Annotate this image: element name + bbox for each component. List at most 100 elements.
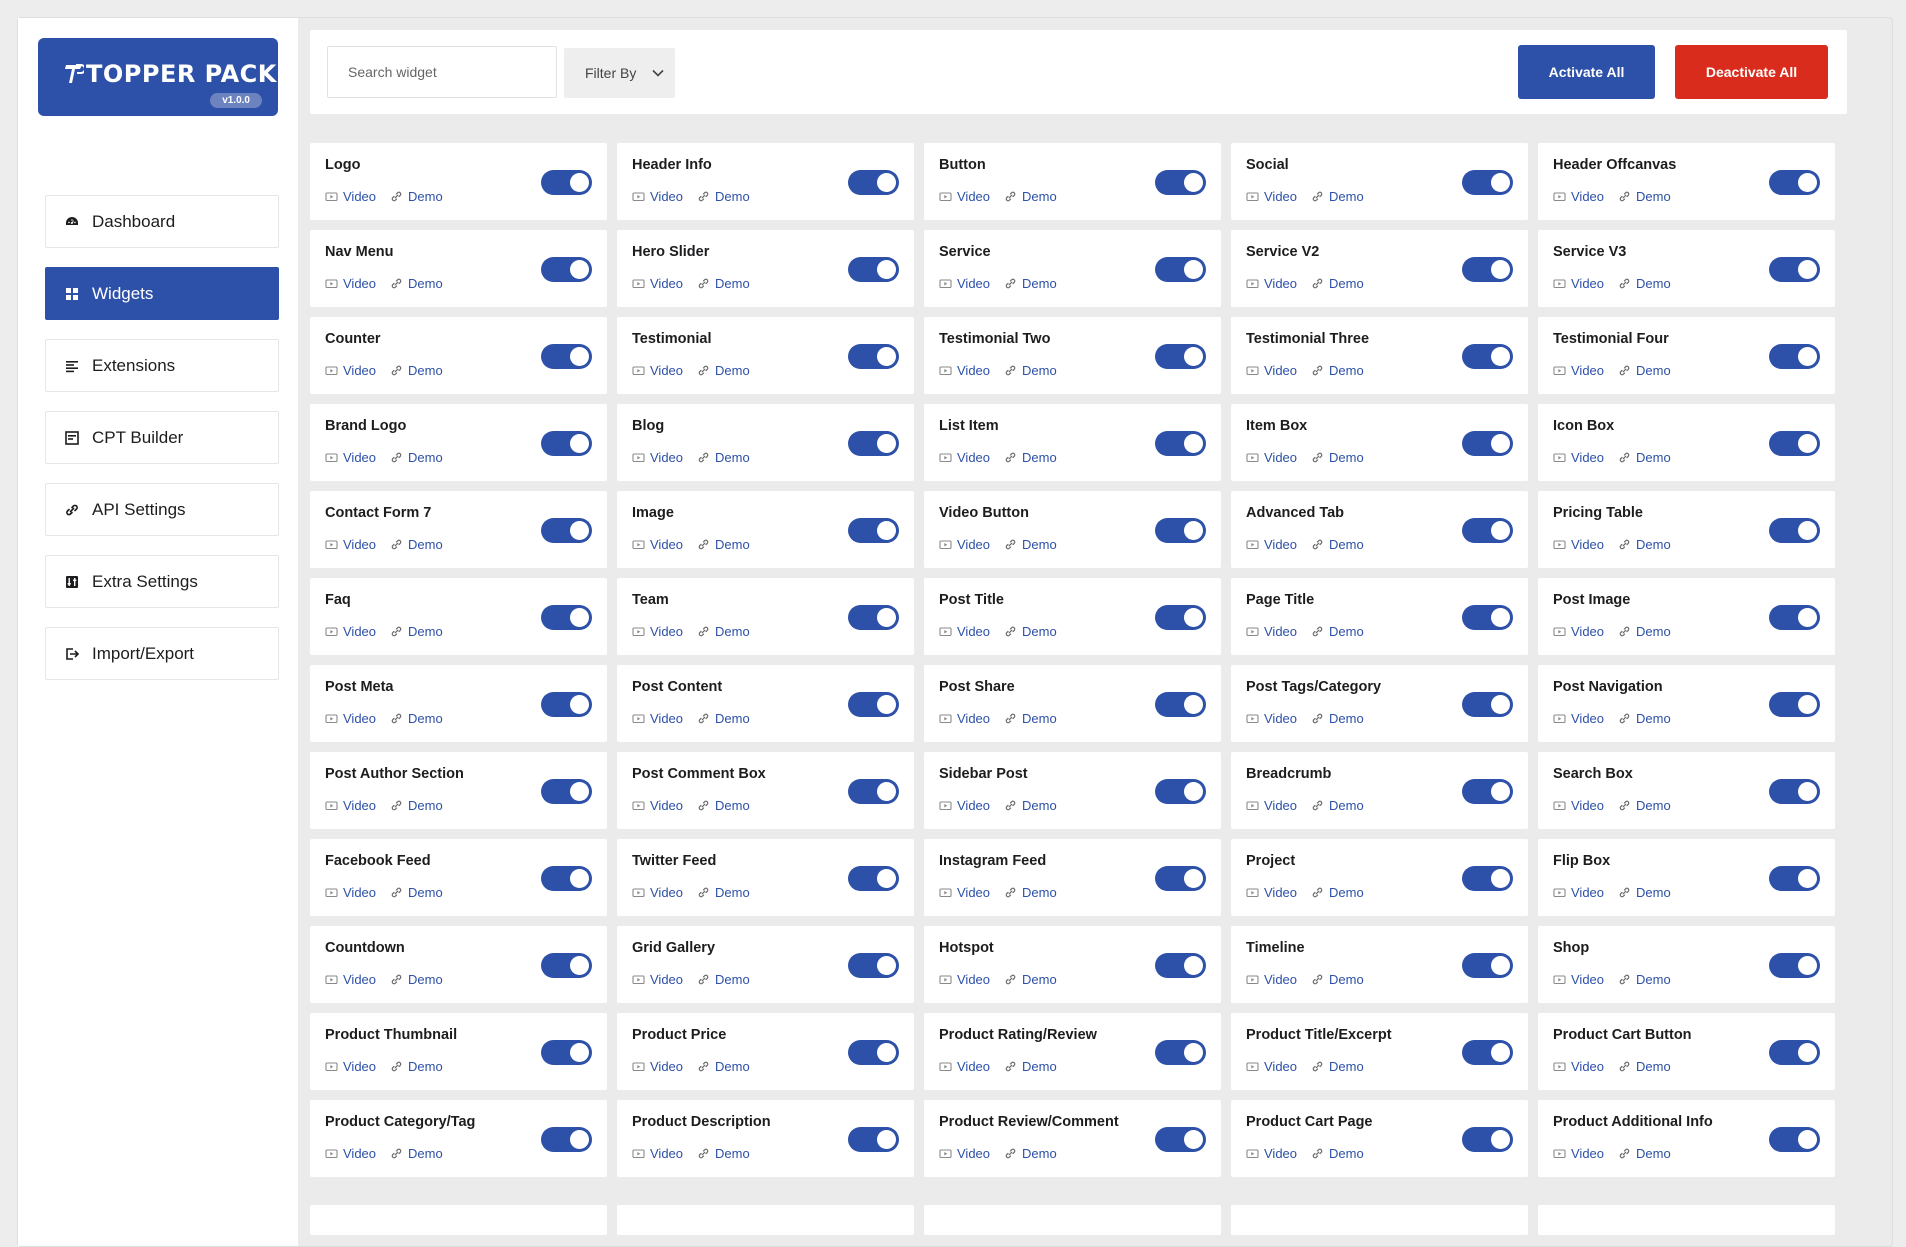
widget-toggle[interactable] [541,257,592,282]
widget-toggle[interactable] [1155,1040,1206,1065]
video-link[interactable]: Video [632,450,683,465]
video-link[interactable]: Video [325,1146,376,1161]
sidebar-item-cpt-builder[interactable]: CPT Builder [45,411,279,464]
video-link[interactable]: Video [939,450,990,465]
video-link[interactable]: Video [325,1059,376,1074]
widget-toggle[interactable] [1155,170,1206,195]
widget-toggle[interactable] [1155,866,1206,891]
sidebar-item-extra-settings[interactable]: Extra Settings [45,555,279,608]
demo-link[interactable]: Demo [390,798,443,813]
widget-toggle[interactable] [1155,431,1206,456]
demo-link[interactable]: Demo [1311,798,1364,813]
widget-toggle[interactable] [1462,1127,1513,1152]
widget-toggle[interactable] [1769,1040,1820,1065]
video-link[interactable]: Video [1246,972,1297,987]
widget-toggle[interactable] [1462,344,1513,369]
widget-toggle[interactable] [848,953,899,978]
demo-link[interactable]: Demo [1618,1146,1671,1161]
widget-toggle[interactable] [541,866,592,891]
widget-toggle[interactable] [1462,953,1513,978]
video-link[interactable]: Video [1553,363,1604,378]
sidebar-item-import-export[interactable]: Import/Export [45,627,279,680]
demo-link[interactable]: Demo [697,885,750,900]
demo-link[interactable]: Demo [390,450,443,465]
video-link[interactable]: Video [1553,189,1604,204]
video-link[interactable]: Video [325,798,376,813]
demo-link[interactable]: Demo [1004,537,1057,552]
widget-toggle[interactable] [1462,170,1513,195]
demo-link[interactable]: Demo [1618,1059,1671,1074]
demo-link[interactable]: Demo [697,624,750,639]
demo-link[interactable]: Demo [390,363,443,378]
video-link[interactable]: Video [939,972,990,987]
activate-all-button[interactable]: Activate All [1518,45,1655,99]
video-link[interactable]: Video [1246,1059,1297,1074]
widget-toggle[interactable] [541,605,592,630]
widget-toggle[interactable] [1769,344,1820,369]
widget-toggle[interactable] [1155,953,1206,978]
demo-link[interactable]: Demo [1618,363,1671,378]
widget-toggle[interactable] [1769,170,1820,195]
widget-toggle[interactable] [1155,344,1206,369]
demo-link[interactable]: Demo [390,711,443,726]
widget-toggle[interactable] [848,866,899,891]
demo-link[interactable]: Demo [1004,798,1057,813]
demo-link[interactable]: Demo [697,363,750,378]
video-link[interactable]: Video [1246,537,1297,552]
widget-toggle[interactable] [848,1040,899,1065]
video-link[interactable]: Video [325,363,376,378]
video-link[interactable]: Video [1246,885,1297,900]
video-link[interactable]: Video [1553,450,1604,465]
widget-toggle[interactable] [1462,692,1513,717]
demo-link[interactable]: Demo [1311,450,1364,465]
demo-link[interactable]: Demo [697,1059,750,1074]
demo-link[interactable]: Demo [390,189,443,204]
widget-toggle[interactable] [541,1127,592,1152]
video-link[interactable]: Video [1553,1059,1604,1074]
demo-link[interactable]: Demo [697,276,750,291]
widget-toggle[interactable] [1769,866,1820,891]
demo-link[interactable]: Demo [1004,972,1057,987]
filter-by-dropdown[interactable]: Filter By [564,48,675,98]
video-link[interactable]: Video [325,276,376,291]
demo-link[interactable]: Demo [1311,885,1364,900]
video-link[interactable]: Video [939,276,990,291]
demo-link[interactable]: Demo [1004,711,1057,726]
video-link[interactable]: Video [325,189,376,204]
sidebar-item-extensions[interactable]: Extensions [45,339,279,392]
video-link[interactable]: Video [939,885,990,900]
widget-toggle[interactable] [1155,779,1206,804]
demo-link[interactable]: Demo [697,972,750,987]
video-link[interactable]: Video [325,885,376,900]
demo-link[interactable]: Demo [1618,711,1671,726]
demo-link[interactable]: Demo [1311,189,1364,204]
video-link[interactable]: Video [939,189,990,204]
video-link[interactable]: Video [939,711,990,726]
video-link[interactable]: Video [632,624,683,639]
widget-toggle[interactable] [848,257,899,282]
demo-link[interactable]: Demo [390,1146,443,1161]
widget-toggle[interactable] [1769,692,1820,717]
widget-toggle[interactable] [541,518,592,543]
demo-link[interactable]: Demo [697,450,750,465]
sidebar-item-widgets[interactable]: Widgets [45,267,279,320]
demo-link[interactable]: Demo [1618,885,1671,900]
widget-toggle[interactable] [1462,518,1513,543]
widget-toggle[interactable] [1155,518,1206,543]
video-link[interactable]: Video [939,363,990,378]
demo-link[interactable]: Demo [1311,624,1364,639]
video-link[interactable]: Video [1246,450,1297,465]
demo-link[interactable]: Demo [1004,1146,1057,1161]
video-link[interactable]: Video [325,711,376,726]
widget-toggle[interactable] [1462,431,1513,456]
demo-link[interactable]: Demo [1618,624,1671,639]
video-link[interactable]: Video [632,711,683,726]
demo-link[interactable]: Demo [697,189,750,204]
widget-toggle[interactable] [1769,605,1820,630]
widget-toggle[interactable] [1462,1040,1513,1065]
widget-toggle[interactable] [1769,431,1820,456]
video-link[interactable]: Video [325,624,376,639]
widget-toggle[interactable] [1769,1127,1820,1152]
demo-link[interactable]: Demo [1004,885,1057,900]
widget-toggle[interactable] [1462,779,1513,804]
